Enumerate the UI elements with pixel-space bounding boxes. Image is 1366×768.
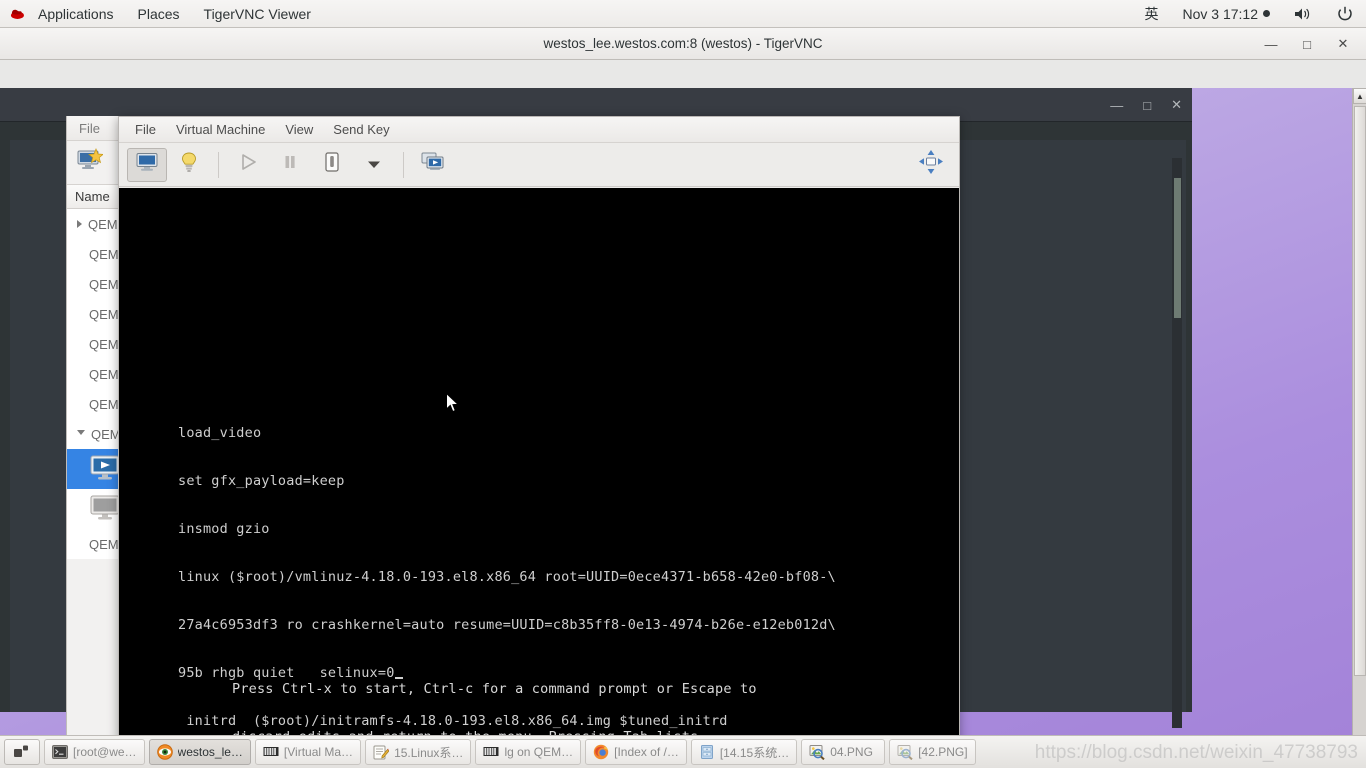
chevron-down-icon[interactable]: [77, 429, 85, 439]
top-bar-status-area: 英 Nov 3 17:12: [1133, 0, 1366, 28]
monitor-icon: [136, 152, 158, 177]
snapshots-icon: [421, 152, 445, 177]
chevron-down-icon: [367, 156, 381, 174]
recording-dot-icon: [1263, 10, 1270, 17]
grub-line: 27a4c6953df3 ro crashkernel=auto resume=…: [178, 617, 836, 633]
remote-desktop-surface[interactable]: — □ ✕ File Name QEMU QEMU QEMU QEMU QEMU…: [0, 88, 1352, 763]
minimize-button[interactable]: —: [1254, 29, 1288, 59]
virt-manager-icon: [483, 744, 499, 760]
terminal-minimize-button[interactable]: —: [1110, 98, 1123, 113]
play-icon: [238, 152, 258, 177]
taskbar-item-label: westos_le…: [177, 745, 243, 759]
taskbar-item-label: [Virtual Ma…: [283, 745, 354, 759]
pause-icon: [280, 152, 300, 177]
vnc-vertical-scrollbar[interactable]: ▲ ▼: [1352, 88, 1366, 763]
taskbar-item-virtual-machine-manager[interactable]: [Virtual Ma…: [254, 739, 362, 765]
console-menu-virtual-machine[interactable]: Virtual Machine: [166, 117, 275, 143]
console-menu-send-key[interactable]: Send Key: [323, 117, 399, 143]
tigervnc-title-text: westos_lee.westos.com:8 (westos) - Tiger…: [543, 36, 823, 51]
terminal-maximize-button[interactable]: □: [1143, 98, 1151, 113]
input-method-indicator[interactable]: 英: [1133, 0, 1171, 28]
terminal-icon: [52, 744, 68, 760]
show-desktop-icon[interactable]: [4, 739, 40, 765]
new-virtual-machine-icon[interactable]: [77, 148, 104, 177]
grub-line: load_video: [178, 425, 262, 441]
applications-menu[interactable]: Applications: [26, 0, 126, 28]
places-menu[interactable]: Places: [126, 0, 192, 28]
taskbar-item-label: 15.Linux系…: [394, 745, 464, 760]
grub-screen: load_video set gfx_payload=keep insmod g…: [119, 188, 959, 763]
text-editor-icon: [373, 744, 390, 760]
gnome-top-bar: Applications Places TigerVNC Viewer 英 No…: [0, 0, 1366, 28]
taskbar-item-label: [root@we…: [73, 745, 137, 759]
taskbar-item-tigervnc[interactable]: westos_le…: [148, 739, 251, 765]
virt-manager-menu-file[interactable]: File: [79, 121, 100, 136]
app-menu-tigervnc[interactable]: TigerVNC Viewer: [192, 0, 323, 28]
toolbar-separator: [403, 151, 404, 178]
close-button[interactable]: ✕: [1326, 29, 1360, 59]
vm-console-window[interactable]: File Virtual Machine View Send Key load_…: [118, 116, 960, 763]
volume-icon[interactable]: [1282, 0, 1324, 28]
screen: westos_lee.westos.com:8 (westos) - Tiger…: [0, 0, 1366, 768]
shutdown-dropdown-button[interactable]: [354, 148, 394, 182]
image-viewer-icon: [809, 744, 825, 761]
terminal-window-controls: — □ ✕: [1110, 88, 1182, 122]
column-header-name: Name: [75, 189, 110, 204]
taskbar-item-terminal[interactable]: [root@we…: [44, 739, 145, 765]
toolbar-separator: [218, 151, 219, 178]
tigervnc-titlebar: westos_lee.westos.com:8 (westos) - Tiger…: [0, 28, 1366, 60]
tigervnc-window-controls: — □ ✕: [1254, 28, 1360, 60]
lightbulb-icon: [179, 151, 199, 178]
pause-button[interactable]: [270, 148, 310, 182]
maximize-button[interactable]: □: [1290, 29, 1324, 59]
clock[interactable]: Nov 3 17:12: [1171, 0, 1283, 28]
run-button[interactable]: [228, 148, 268, 182]
chevron-right-icon[interactable]: [77, 220, 82, 228]
console-menu-file[interactable]: File: [125, 117, 166, 143]
grub-line: insmod gzio: [178, 521, 270, 537]
grub-line: set gfx_payload=keep: [178, 473, 345, 489]
taskbar-item-label: [42.PNG]: [918, 745, 968, 759]
power-icon[interactable]: [1324, 0, 1366, 28]
console-menu-view[interactable]: View: [275, 117, 323, 143]
taskbar-item-label: [14.15系统…: [719, 745, 790, 760]
console-toolbar: [119, 143, 959, 187]
snapshots-button[interactable]: [413, 148, 453, 182]
grub-help-line: Press Ctrl-x to start, Ctrl-c for a comm…: [232, 681, 757, 697]
terminal-close-button[interactable]: ✕: [1171, 97, 1182, 113]
grub-line: linux ($root)/vmlinuz-4.18.0-193.el8.x86…: [178, 569, 836, 585]
power-switch-icon: [322, 151, 342, 178]
tigervnc-icon: [156, 744, 173, 760]
clock-label: Nov 3 17:12: [1182, 5, 1259, 22]
show-console-button[interactable]: [127, 147, 167, 182]
taskbar-item-firefox[interactable]: [Index of /…: [585, 739, 687, 765]
taskbar: [root@we… westos_le… [Virtual Ma… 15.Lin…: [0, 735, 1366, 768]
virt-manager-icon: [263, 744, 279, 760]
scroll-up-button[interactable]: ▲: [1353, 88, 1366, 104]
show-details-button[interactable]: [169, 148, 209, 182]
taskbar-item-image-viewer-42[interactable]: [42.PNG]: [889, 739, 976, 765]
taskbar-item-label: [Index of /…: [614, 745, 679, 759]
image-viewer-icon: [897, 744, 913, 761]
shutdown-button[interactable]: [312, 148, 352, 182]
fullscreen-button[interactable]: [911, 148, 951, 182]
taskbar-item-image-viewer-04[interactable]: 04.PNG: [801, 739, 886, 765]
tigervnc-window: westos_lee.westos.com:8 (westos) - Tiger…: [0, 28, 1366, 763]
vm-display-grub-editor[interactable]: load_video set gfx_payload=keep insmod g…: [119, 188, 959, 763]
file-manager-icon: [699, 744, 715, 760]
console-menubar: File Virtual Machine View Send Key: [119, 117, 959, 143]
vnc-scrollbar-thumb[interactable]: [1354, 106, 1366, 676]
taskbar-item-label: lg on QEM…: [504, 745, 574, 759]
terminal-scrollbar-thumb[interactable]: [1174, 178, 1181, 318]
taskbar-item-label: 04.PNG: [830, 745, 873, 759]
firefox-icon: [593, 744, 609, 760]
taskbar-item-vm-console[interactable]: lg on QEM…: [475, 739, 582, 765]
redhat-logo-icon: [0, 6, 26, 22]
taskbar-item-file-manager[interactable]: [14.15系统…: [690, 739, 798, 765]
terminal-scrollbar[interactable]: [1172, 158, 1182, 728]
taskbar-item-text-editor[interactable]: 15.Linux系…: [365, 739, 472, 765]
resize-arrows-icon: [918, 149, 944, 180]
